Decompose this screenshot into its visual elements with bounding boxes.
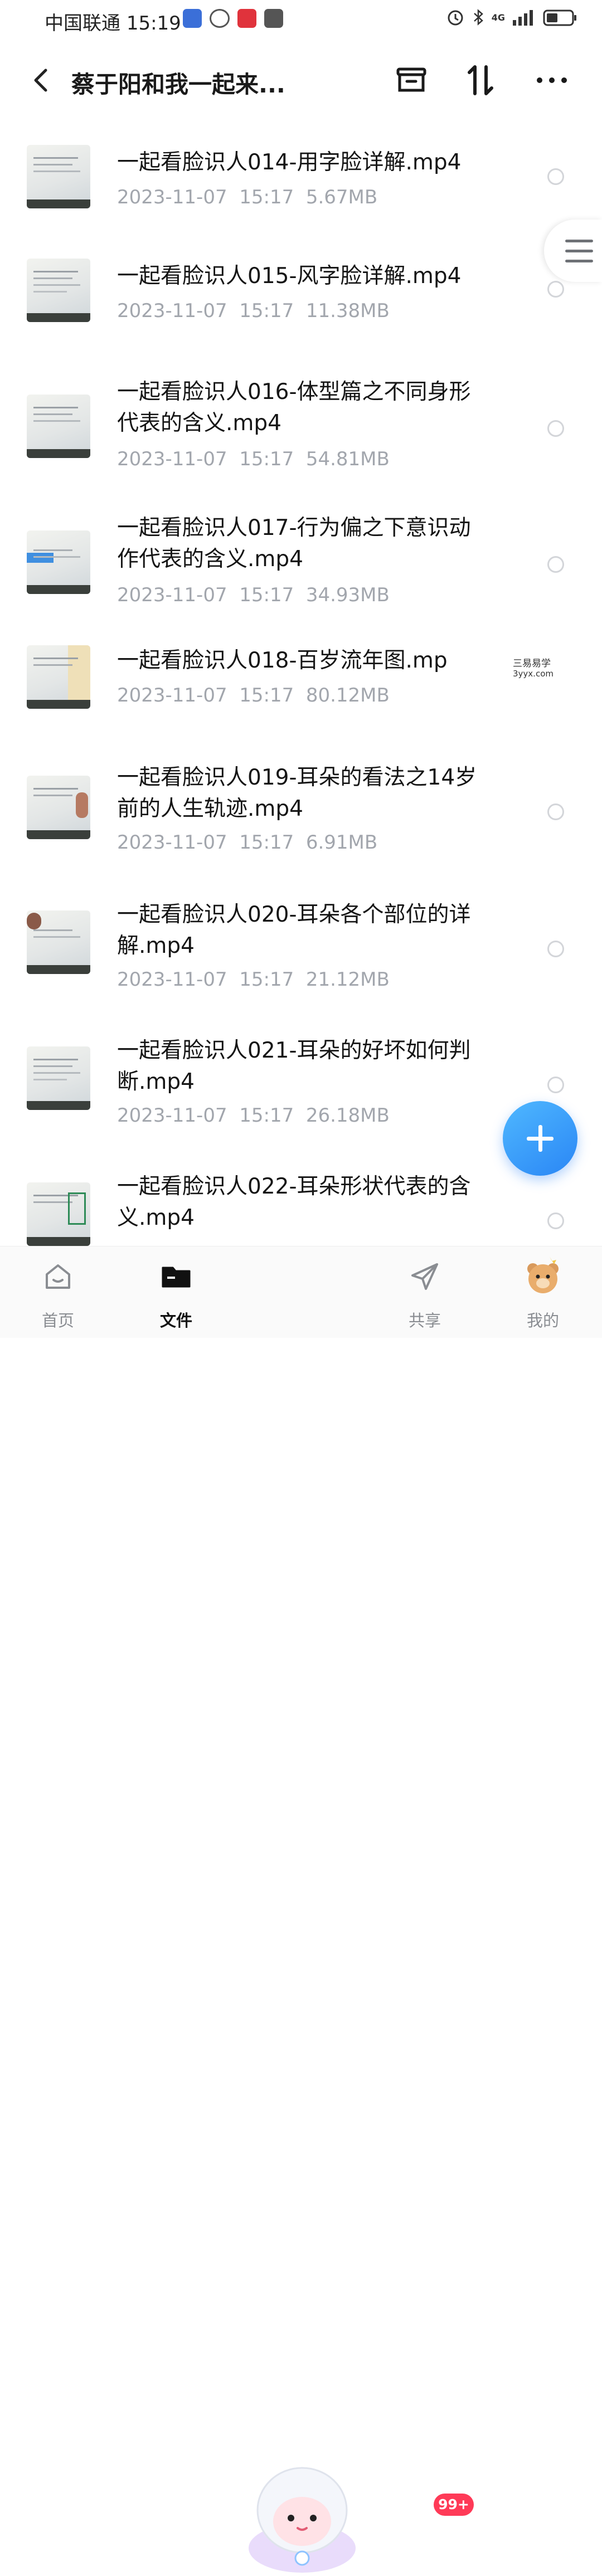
watermark: 三易易学 3yyx.com — [457, 653, 602, 684]
top-app-bar: 蔡于阳和我一起来... — [0, 53, 602, 109]
file-meta: 2023-11-07 15:17 6.91MB — [117, 831, 378, 854]
video-thumbnail — [27, 776, 90, 839]
battery-icon — [543, 9, 576, 26]
network-type: 4G — [491, 12, 505, 23]
tab-home[interactable]: 首页 — [19, 1246, 97, 1338]
assistant-mascot-icon[interactable] — [241, 2459, 363, 2576]
file-name: 一起看脸识人021-耳朵的好坏如何判 断.mp4 — [117, 1038, 471, 1094]
file-meta: 2023-11-07 15:17 34.93MB — [117, 584, 390, 606]
file-name: 一起看脸识人018-百岁流年图.mp — [117, 648, 448, 673]
tab-mine-label: 我的 — [526, 1311, 559, 1330]
video-thumbnail — [27, 395, 90, 458]
status-time: 15:19 — [126, 12, 181, 35]
alarm-icon — [448, 10, 463, 26]
select-radio[interactable] — [547, 1077, 564, 1093]
tab-share-label: 共享 — [408, 1311, 441, 1330]
carrier-name: 中国联通 — [45, 12, 120, 35]
home-icon — [46, 1264, 70, 1289]
select-radio[interactable] — [547, 941, 564, 957]
video-thumbnail — [27, 1046, 90, 1110]
tab-files[interactable]: 文件 — [137, 1246, 215, 1338]
system-status-icons: 4G — [446, 8, 577, 27]
bluetooth-icon — [473, 9, 483, 26]
tab-files-label: 文件 — [159, 1311, 192, 1330]
status-carrier-time: 中国联通 15:19 — [45, 8, 181, 35]
app-notification-icon — [183, 9, 202, 28]
file-meta: 2023-11-07 15:17 21.12MB — [117, 968, 390, 991]
file-name: 一起看脸识人017-行为偏之下意识动 作代表的含义.mp4 — [117, 515, 471, 572]
status-bar: 中国联通 15:19 4G — [0, 0, 602, 40]
file-name: 一起看脸识人020-耳朵各个部位的详 解.mp4 — [117, 902, 471, 958]
tab-home-label: 首页 — [41, 1311, 74, 1330]
select-radio[interactable] — [547, 420, 564, 437]
video-thumbnail — [27, 145, 90, 208]
share-notification-badge: 99+ — [434, 2494, 474, 2516]
notification-icons — [183, 9, 283, 28]
file-meta: 2023-11-07 15:17 54.81MB — [117, 448, 390, 470]
video-thumbnail — [27, 645, 90, 709]
watermark-title: 三易易学 — [513, 658, 551, 669]
file-meta: 2023-11-07 15:17 11.38MB — [117, 300, 390, 322]
archive-box-icon[interactable] — [391, 60, 431, 100]
file-name: 一起看脸识人019-耳朵的看法之14岁 前的人生轨迹.mp4 — [117, 765, 477, 821]
paper-plane-icon — [411, 1263, 438, 1290]
watermark-url: 3yyx.com — [513, 669, 554, 679]
file-meta: 2023-11-07 15:17 5.67MB — [117, 186, 378, 208]
file-name: 一起看脸识人022-耳朵形状代表的含 义.mp4 — [117, 1174, 471, 1230]
tab-share[interactable]: 共享 — [386, 1246, 464, 1338]
file-name: 一起看脸识人014-用字脸详解.mp4 — [117, 150, 462, 175]
mail-app-icon — [264, 9, 283, 28]
folder-icon — [162, 1267, 191, 1288]
file-name: 一起看脸识人016-体型篇之不同身形 代表的含义.mp4 — [117, 379, 471, 436]
more-options-icon[interactable] — [532, 60, 572, 100]
select-radio[interactable] — [547, 281, 564, 298]
select-radio[interactable] — [547, 804, 564, 820]
sort-icon[interactable] — [460, 60, 501, 100]
book-app-icon — [237, 9, 256, 28]
side-menu-handle[interactable] — [544, 220, 602, 282]
file-meta: 2023-11-07 15:17 26.18MB — [117, 1104, 390, 1127]
bottom-tab-bar: 首页 文件 共享 我的 99+ — [0, 1246, 602, 2573]
bear-avatar-icon — [527, 1257, 559, 1293]
select-radio[interactable] — [547, 1212, 564, 1229]
video-thumbnail — [27, 1182, 90, 1246]
signal-icon — [513, 10, 533, 26]
file-meta: 2023-11-07 15:17 80.12MB — [117, 684, 390, 707]
file-name: 一起看脸识人015-风字脸详解.mp4 — [117, 264, 462, 289]
select-radio[interactable] — [547, 168, 564, 185]
back-arrow-icon[interactable] — [26, 64, 59, 97]
page-title: 蔡于阳和我一起来... — [71, 71, 285, 98]
add-button[interactable] — [503, 1101, 577, 1176]
wechat-icon — [210, 9, 230, 28]
select-radio[interactable] — [547, 556, 564, 573]
video-thumbnail — [27, 259, 90, 322]
video-thumbnail — [27, 530, 90, 594]
tab-mine[interactable]: 我的 — [504, 1246, 582, 1338]
video-thumbnail — [27, 910, 90, 974]
